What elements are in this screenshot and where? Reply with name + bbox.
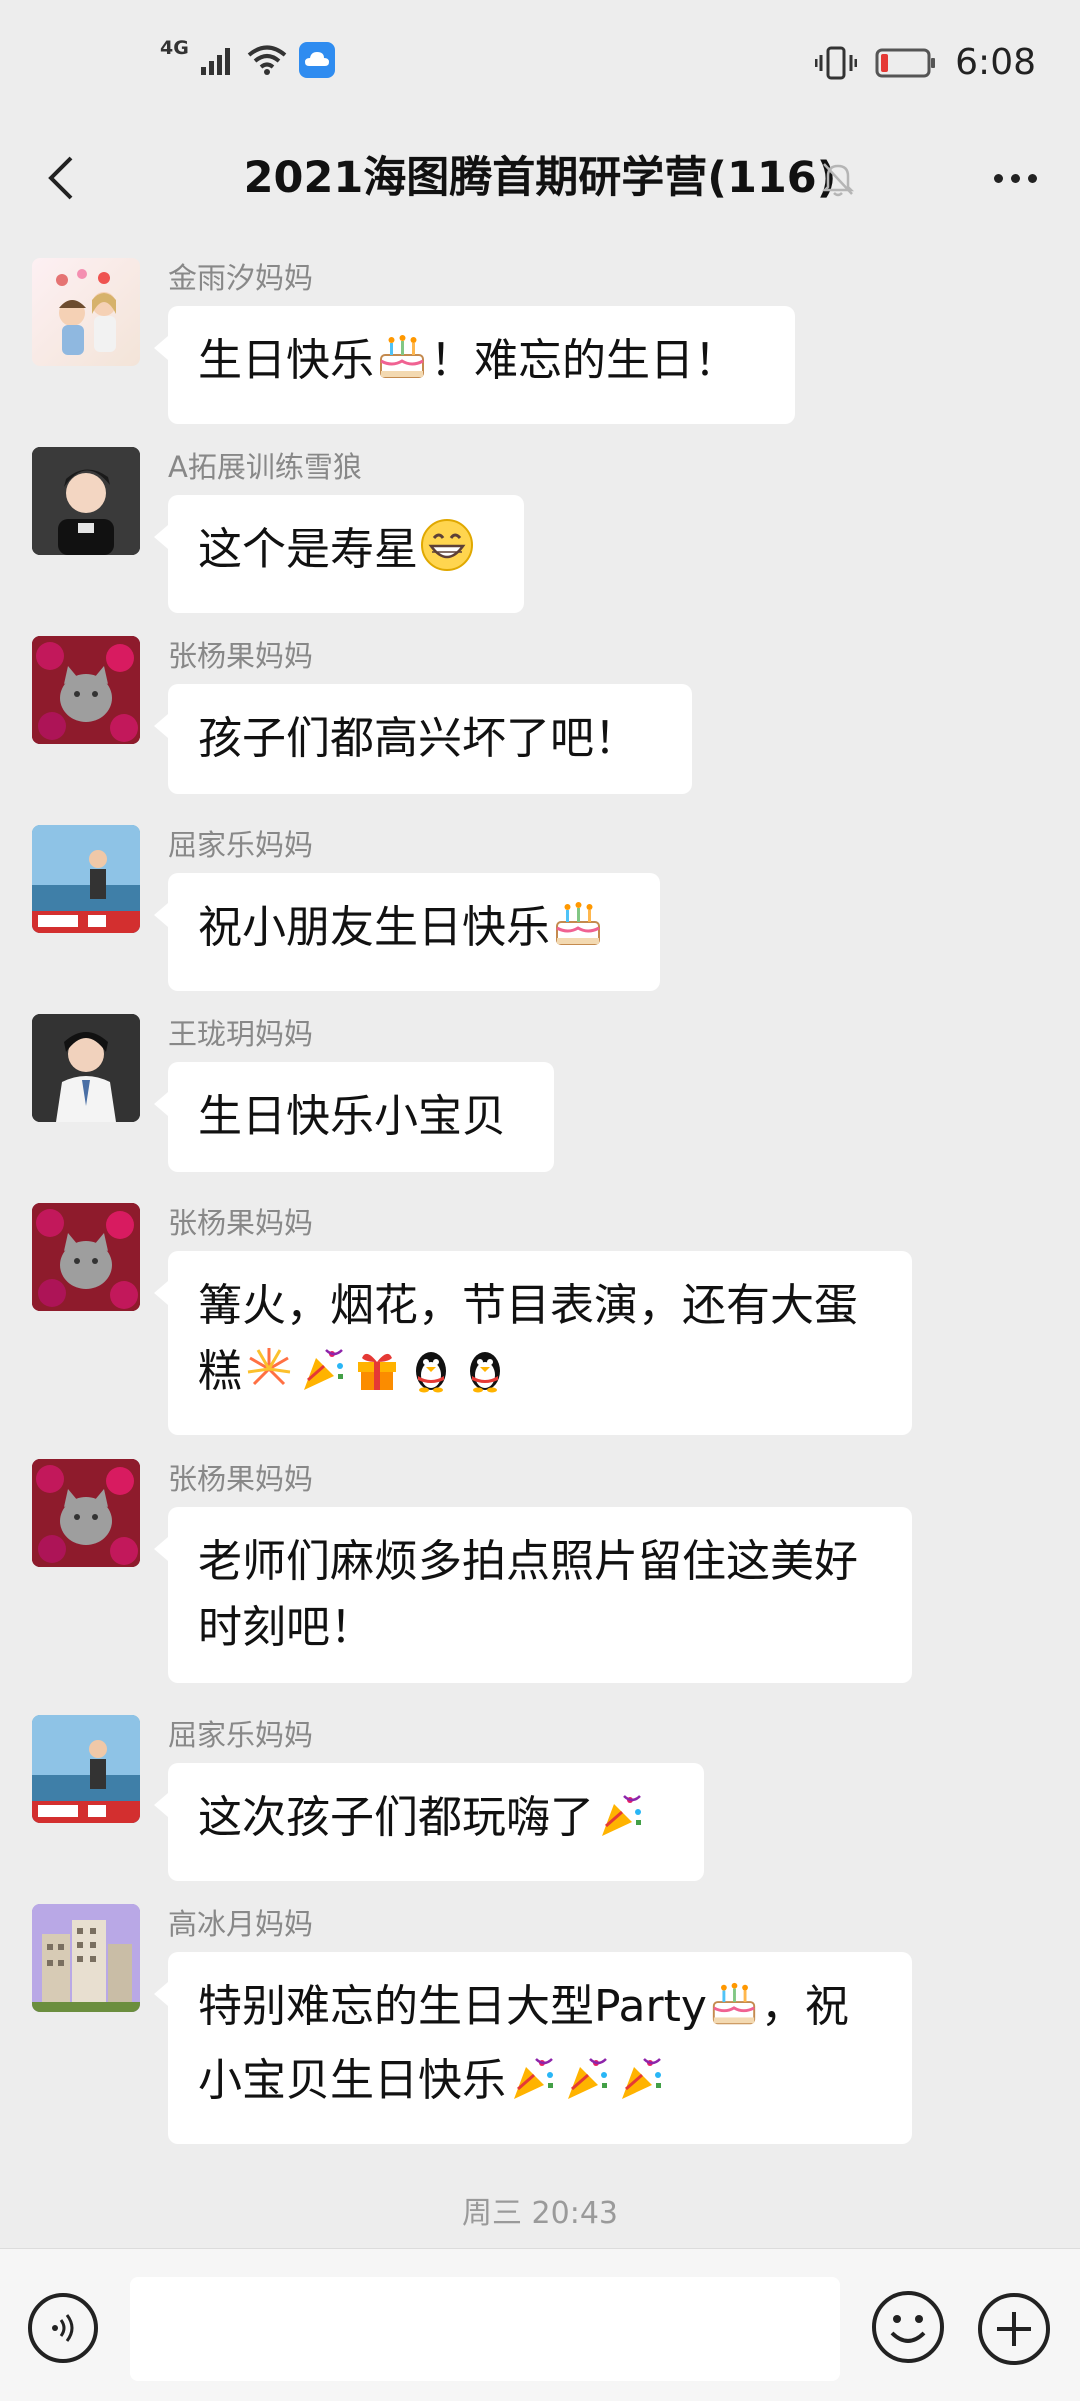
- avatar[interactable]: [32, 1014, 140, 1122]
- message-body: 金雨汐妈妈 生日快乐 ！难忘的生日！: [154, 258, 795, 447]
- clock: 6:08: [955, 42, 1036, 83]
- message-row: 张杨果妈妈 老师们麻烦多拍点照片留住这美好时刻吧！: [0, 1459, 1080, 1715]
- message-text: 老师们麻烦多拍点照片留住这美好时刻吧！: [198, 1536, 858, 1653]
- vibrate-icon: [815, 46, 858, 79]
- sender-name: 金雨汐妈妈: [168, 261, 314, 295]
- message-bubble[interactable]: 老师们麻烦多拍点照片留住这美好时刻吧！: [154, 1507, 912, 1683]
- cake-emoji-icon: [552, 898, 604, 969]
- party-popper-emoji-icon: [596, 1790, 646, 1859]
- message-row: 金雨汐妈妈 生日快乐 ！难忘的生日！: [0, 258, 1080, 447]
- fireworks-emoji-icon: [244, 1344, 294, 1413]
- mute-bell-icon: [821, 163, 855, 197]
- message-bubble[interactable]: 孩子们都高兴坏了吧！: [154, 684, 692, 794]
- message-bubble[interactable]: 这次孩子们都玩嗨了: [154, 1763, 704, 1881]
- smiley-icon: [872, 2291, 944, 2363]
- penguin-emoji-icon: [406, 1344, 456, 1413]
- avatar[interactable]: [32, 447, 140, 555]
- input-bar: [0, 2248, 1080, 2401]
- message-body: 屈家乐妈妈 祝小朋友生日快乐: [154, 825, 660, 1014]
- message-bubble[interactable]: 祝小朋友生日快乐: [154, 873, 660, 991]
- message-list: 金雨汐妈妈 生日快乐 ！难忘的生日！ A拓展训练雪狼 这个是寿星 张杨果妈妈 孩…: [0, 258, 1080, 2160]
- more-dot-icon: [1027, 173, 1037, 183]
- message-bubble[interactable]: 这个是寿星: [154, 495, 524, 613]
- message-text: 这个是寿星: [198, 524, 418, 575]
- message-row: 屈家乐妈妈 祝小朋友生日快乐: [0, 825, 1080, 1014]
- message-row: 张杨果妈妈 孩子们都高兴坏了吧！: [0, 636, 1080, 825]
- more-dot-icon: [993, 173, 1003, 183]
- message-input[interactable]: [130, 2277, 840, 2381]
- message-body: 王珑玥妈妈 生日快乐小宝贝: [154, 1014, 554, 1203]
- cake-emoji-icon: [376, 331, 428, 402]
- avatar[interactable]: [32, 825, 140, 933]
- sender-name: 张杨果妈妈: [168, 1462, 314, 1496]
- avatar[interactable]: [32, 1904, 140, 2012]
- message-bubble[interactable]: 生日快乐小宝贝: [154, 1062, 554, 1172]
- message-text: 生日快乐小宝贝: [198, 1091, 506, 1142]
- message-row: 王珑玥妈妈 生日快乐小宝贝: [0, 1014, 1080, 1203]
- message-row: 屈家乐妈妈 这次孩子们都玩嗨了: [0, 1715, 1080, 1904]
- message-body: 屈家乐妈妈 这次孩子们都玩嗨了: [154, 1715, 704, 1904]
- avatar[interactable]: [32, 258, 140, 366]
- sender-name: 屈家乐妈妈: [168, 828, 314, 862]
- message-body: 张杨果妈妈 篝火，烟花，节目表演，还有大蛋糕: [154, 1203, 912, 1459]
- cake-emoji-icon: [709, 1979, 759, 2048]
- grin-emoji-icon: [420, 518, 474, 591]
- emoji-button[interactable]: [870, 2289, 946, 2369]
- message-bubble[interactable]: 生日快乐 ！难忘的生日！: [154, 306, 795, 424]
- sender-name: 张杨果妈妈: [168, 1206, 314, 1240]
- avatar[interactable]: [32, 1459, 140, 1567]
- message-text: 生日快乐: [198, 335, 374, 386]
- message-text: 特别难忘的生日大型Party: [198, 1981, 707, 2032]
- message-bubble[interactable]: 特别难忘的生日大型Party ，祝小宝贝生日快乐: [154, 1952, 912, 2144]
- wifi-icon: [247, 45, 287, 75]
- network-type: 4G: [160, 37, 189, 59]
- sender-name: 高冰月妈妈: [168, 1907, 314, 1941]
- message-body: A拓展训练雪狼 这个是寿星: [154, 447, 524, 636]
- message-bubble[interactable]: 篝火，烟花，节目表演，还有大蛋糕: [154, 1251, 912, 1435]
- party-popper-emoji-icon: [616, 2053, 666, 2122]
- party-popper-emoji-icon: [562, 2053, 612, 2122]
- more-actions-plus-button[interactable]: [978, 2293, 1050, 2365]
- sender-name: 王珑玥妈妈: [168, 1017, 314, 1051]
- voice-wave-icon: [52, 2314, 74, 2342]
- voice-input-button[interactable]: [28, 2293, 98, 2363]
- cloud-app-icon: [298, 42, 335, 78]
- status-left-group: 4G: [160, 37, 335, 78]
- chat-title-wrap: 2021海图腾首期研学营(116): [0, 148, 1080, 208]
- avatar[interactable]: [32, 1715, 140, 1823]
- message-text: 祝小朋友生日快乐: [198, 902, 550, 953]
- penguin-emoji-icon: [460, 1344, 510, 1413]
- message-body: 高冰月妈妈 特别难忘的生日大型Party ，祝小宝贝生日快乐: [154, 1904, 912, 2160]
- message-body: 张杨果妈妈 老师们麻烦多拍点照片留住这美好时刻吧！: [154, 1459, 912, 1715]
- status-right-group: 6:08: [815, 42, 1036, 83]
- sender-name: A拓展训练雪狼: [168, 450, 362, 484]
- more-options-button[interactable]: [980, 156, 1050, 200]
- sender-name: 张杨果妈妈: [168, 639, 314, 673]
- chat-title: 2021海图腾首期研学营(116): [243, 153, 837, 203]
- avatar[interactable]: [32, 636, 140, 744]
- party-popper-emoji-icon: [508, 2053, 558, 2122]
- avatar[interactable]: [32, 1203, 140, 1311]
- chat-timestamp: 周三 20:43: [462, 2196, 618, 2231]
- message-row: A拓展训练雪狼 这个是寿星: [0, 447, 1080, 636]
- chat-header: 2021海图腾首期研学营(116): [0, 130, 1080, 224]
- message-row: 张杨果妈妈 篝火，烟花，节目表演，还有大蛋糕: [0, 1203, 1080, 1459]
- message-text: 篝火，烟花，节目表演，还有大蛋糕: [198, 1280, 858, 1397]
- message-body: 张杨果妈妈 孩子们都高兴坏了吧！: [154, 636, 692, 825]
- sender-name: 屈家乐妈妈: [168, 1718, 314, 1752]
- battery-icon: [875, 48, 936, 77]
- signal-icon: [200, 48, 230, 75]
- gift-emoji-icon: [352, 1344, 402, 1413]
- message-row: 高冰月妈妈 特别难忘的生日大型Party ，祝小宝贝生日快乐: [0, 1904, 1080, 2160]
- party-popper-emoji-icon: [298, 1344, 348, 1413]
- message-suffix-text: ！难忘的生日！: [430, 335, 738, 386]
- more-dot-icon: [1010, 173, 1020, 183]
- status-bar: 4G 6:08: [0, 0, 1080, 130]
- message-text: 这次孩子们都玩嗨了: [198, 1792, 594, 1843]
- message-text: 孩子们都高兴坏了吧！: [198, 713, 638, 764]
